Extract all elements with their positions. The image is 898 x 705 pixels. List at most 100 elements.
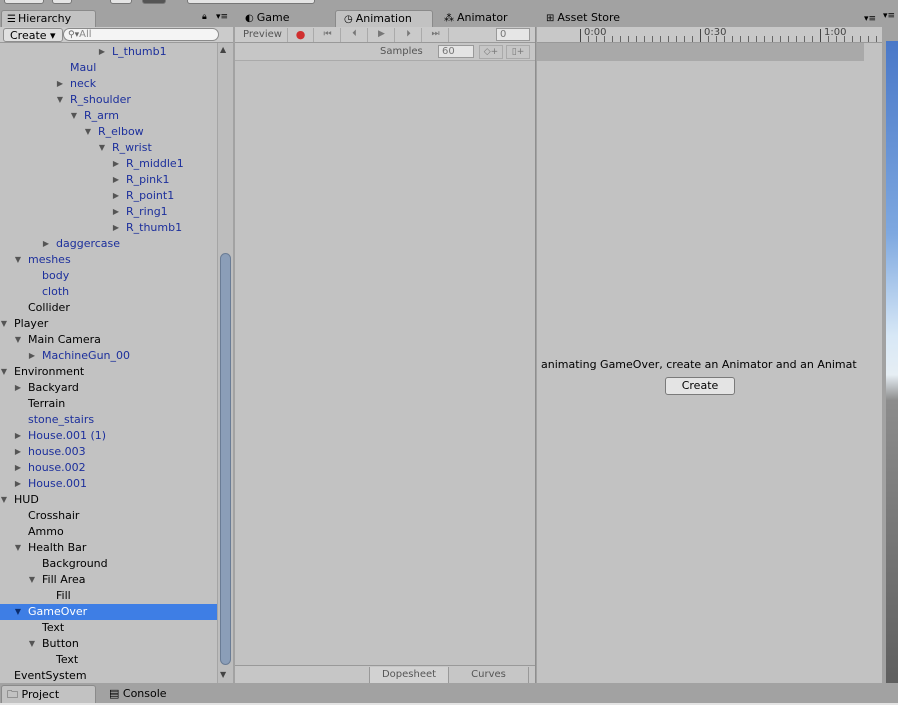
first-frame-button[interactable]: ⏮: [315, 28, 341, 42]
hierarchy-row[interactable]: stone_stairs: [0, 412, 217, 428]
scene-viewport[interactable]: [886, 41, 898, 683]
tab-asset-store[interactable]: ⊞ Asset Store: [538, 10, 648, 27]
prev-frame-button[interactable]: ⏴: [342, 28, 368, 42]
hierarchy-row[interactable]: Maul: [0, 60, 217, 76]
create-dropdown-button[interactable]: Create ▾: [3, 28, 63, 42]
collapse-arrow-icon[interactable]: ▼: [97, 140, 107, 156]
hierarchy-row[interactable]: Text: [0, 652, 217, 668]
tab-animator[interactable]: ⁂ Animator: [436, 10, 536, 27]
search-input[interactable]: ⚲▾All: [63, 28, 219, 41]
hierarchy-row[interactable]: Crosshair: [0, 508, 217, 524]
collapse-arrow-icon[interactable]: ▼: [27, 572, 37, 588]
expand-arrow-icon[interactable]: ▶: [13, 476, 23, 492]
tab-console[interactable]: ▤ Console: [106, 685, 167, 703]
hierarchy-row[interactable]: Terrain: [0, 396, 217, 412]
lock-icon[interactable]: 🔒︎: [202, 12, 207, 22]
tab-hierarchy[interactable]: ☰ Hierarchy: [1, 10, 96, 27]
tab-curves[interactable]: Curves: [449, 667, 529, 683]
hierarchy-row[interactable]: cloth: [0, 284, 217, 300]
expand-arrow-icon[interactable]: ▶: [13, 428, 23, 444]
hierarchy-scrollbar[interactable]: ▲ ▼: [217, 43, 233, 683]
preview-toggle[interactable]: Preview: [238, 28, 288, 42]
toolbar-button[interactable]: [187, 0, 315, 4]
hierarchy-row[interactable]: ▶ MachineGun_00: [0, 348, 217, 364]
expand-arrow-icon[interactable]: ▶: [55, 76, 65, 92]
hierarchy-row[interactable]: ▶ House.001: [0, 476, 217, 492]
hierarchy-row[interactable]: ▼ Button: [0, 636, 217, 652]
hierarchy-row[interactable]: Ammo: [0, 524, 217, 540]
expand-arrow-icon[interactable]: ▶: [111, 172, 121, 188]
add-event-button[interactable]: ▯+: [506, 45, 530, 59]
hierarchy-row[interactable]: ▶ Backyard: [0, 380, 217, 396]
samples-field[interactable]: 60: [438, 45, 474, 58]
expand-arrow-icon[interactable]: ▶: [111, 220, 121, 236]
toolbar-button[interactable]: [4, 0, 44, 4]
hierarchy-row[interactable]: Fill: [0, 588, 217, 604]
hierarchy-row[interactable]: ▶ neck: [0, 76, 217, 92]
hierarchy-row[interactable]: Collider: [0, 300, 217, 316]
events-bar[interactable]: [537, 43, 864, 61]
hierarchy-row[interactable]: ▼ Environment: [0, 364, 217, 380]
expand-arrow-icon[interactable]: ▶: [13, 444, 23, 460]
collapse-arrow-icon[interactable]: ▼: [83, 124, 93, 140]
hierarchy-row[interactable]: ▼ R_shoulder: [0, 92, 217, 108]
hierarchy-row[interactable]: ▼ R_elbow: [0, 124, 217, 140]
collapse-arrow-icon[interactable]: ▼: [69, 108, 79, 124]
collapse-arrow-icon[interactable]: ▼: [13, 540, 23, 556]
hierarchy-row[interactable]: body: [0, 268, 217, 284]
hierarchy-row[interactable]: ▼ Main Camera: [0, 332, 217, 348]
frame-field[interactable]: 0: [496, 28, 530, 41]
expand-arrow-icon[interactable]: ▶: [97, 44, 107, 60]
panel-menu-icon[interactable]: ▾≡: [864, 14, 876, 24]
collapse-arrow-icon[interactable]: ▼: [0, 316, 9, 332]
expand-arrow-icon[interactable]: ▶: [41, 236, 51, 252]
expand-arrow-icon[interactable]: ▶: [111, 188, 121, 204]
tab-game[interactable]: ◐ Game: [237, 10, 333, 27]
toolbar-button[interactable]: [52, 0, 72, 4]
panel-menu-icon[interactable]: ▾≡: [216, 12, 228, 22]
hierarchy-row[interactable]: EventSystem: [0, 668, 217, 683]
hierarchy-row[interactable]: ▶ R_middle1: [0, 156, 217, 172]
collapse-arrow-icon[interactable]: ▼: [13, 604, 23, 620]
hierarchy-row[interactable]: ▼ R_wrist: [0, 140, 217, 156]
collapse-arrow-icon[interactable]: ▼: [0, 364, 9, 380]
toolbar-button[interactable]: [110, 0, 132, 4]
scrollbar-thumb[interactable]: [220, 253, 231, 665]
expand-arrow-icon[interactable]: ▶: [111, 204, 121, 220]
hierarchy-row[interactable]: ▶ R_point1: [0, 188, 217, 204]
collapse-arrow-icon[interactable]: ▼: [13, 332, 23, 348]
expand-arrow-icon[interactable]: ▶: [13, 460, 23, 476]
hierarchy-row[interactable]: ▼ Fill Area: [0, 572, 217, 588]
hierarchy-row[interactable]: ▼ GameOver: [0, 604, 217, 620]
expand-arrow-icon[interactable]: ▶: [111, 156, 121, 172]
collapse-arrow-icon[interactable]: ▼: [27, 636, 37, 652]
toolbar-button[interactable]: [142, 0, 166, 4]
play-button[interactable]: ▶: [369, 28, 395, 42]
record-button[interactable]: ●: [288, 28, 314, 42]
tab-project[interactable]: 🗀 Project: [1, 685, 96, 703]
tab-dopesheet[interactable]: Dopesheet: [369, 667, 449, 683]
create-animation-button[interactable]: Create: [665, 377, 735, 395]
collapse-arrow-icon[interactable]: ▼: [55, 92, 65, 108]
tab-animation[interactable]: ◷ Animation: [335, 10, 433, 27]
expand-arrow-icon[interactable]: ▶: [27, 348, 37, 364]
hierarchy-row[interactable]: ▶ house.002: [0, 460, 217, 476]
hierarchy-row[interactable]: Background: [0, 556, 217, 572]
expand-arrow-icon[interactable]: ▶: [13, 380, 23, 396]
hierarchy-row[interactable]: ▶ R_ring1: [0, 204, 217, 220]
hierarchy-row[interactable]: ▶ daggercase: [0, 236, 217, 252]
hierarchy-row[interactable]: ▶ L_thumb1: [0, 44, 217, 60]
collapse-arrow-icon[interactable]: ▼: [0, 492, 9, 508]
last-frame-button[interactable]: ⏭: [423, 28, 449, 42]
hierarchy-row[interactable]: ▶ R_thumb1: [0, 220, 217, 236]
hierarchy-row[interactable]: ▼ R_arm: [0, 108, 217, 124]
hierarchy-row[interactable]: Text: [0, 620, 217, 636]
next-frame-button[interactable]: ⏵: [396, 28, 422, 42]
scroll-down-arrow-icon[interactable]: ▼: [220, 670, 226, 679]
hierarchy-row[interactable]: ▶ R_pink1: [0, 172, 217, 188]
hierarchy-row[interactable]: ▶ House.001 (1): [0, 428, 217, 444]
collapse-arrow-icon[interactable]: ▼: [13, 252, 23, 268]
hierarchy-row[interactable]: ▼ HUD: [0, 492, 217, 508]
hierarchy-row[interactable]: ▶ house.003: [0, 444, 217, 460]
add-keyframe-button[interactable]: ◇+: [479, 45, 503, 59]
